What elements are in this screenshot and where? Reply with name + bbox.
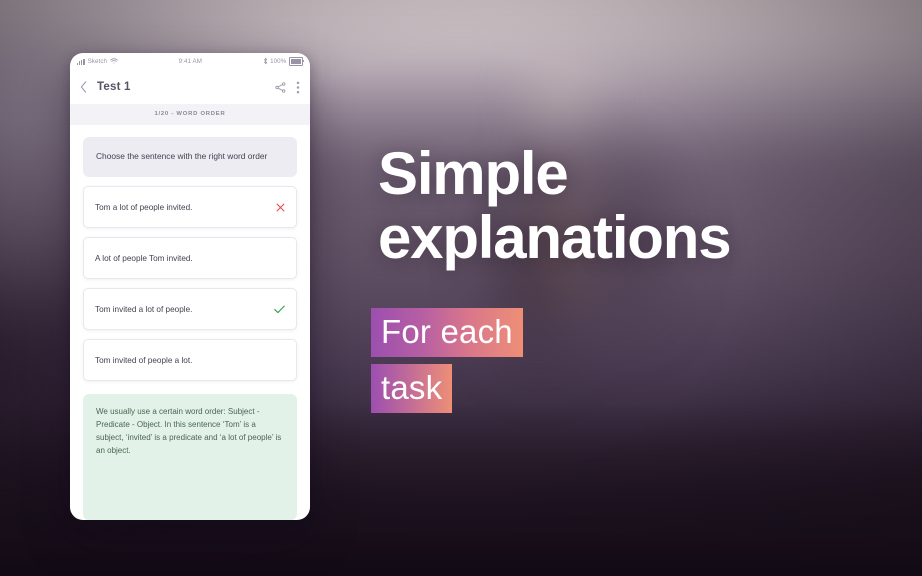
answer-option-2-label: A lot of people Tom invited. <box>95 253 193 263</box>
battery-percent-label: 100% <box>270 58 287 65</box>
check-icon <box>274 305 285 314</box>
nav-bar: Test 1 <box>70 70 310 104</box>
phone-mockup: Sketch 9:41 AM 100% Test 1 1/20 - WORD O… <box>70 53 310 520</box>
more-vertical-icon[interactable] <box>296 81 300 94</box>
bluetooth-icon <box>263 57 268 67</box>
subheadline: For each task <box>371 308 523 413</box>
progress-label: 1/20 - WORD ORDER <box>70 104 310 125</box>
subheadline-line-2: task <box>371 364 453 413</box>
page-title: Test 1 <box>97 81 131 93</box>
screenshot-root: Sketch 9:41 AM 100% Test 1 1/20 - WORD O… <box>0 0 922 576</box>
subheadline-line-1: For each <box>371 308 523 357</box>
answer-option-3-label: Tom invited a lot of people. <box>95 304 193 314</box>
answer-option-4-label: Tom invited of people a lot. <box>95 355 193 365</box>
headline-line-1: Simple <box>378 140 569 207</box>
answer-option-3[interactable]: Tom invited a lot of people. <box>83 288 297 331</box>
answer-option-1[interactable]: Tom a lot of people invited. <box>83 186 297 229</box>
explanation-card: We usually use a certain word order: Sub… <box>83 394 297 520</box>
answer-option-4[interactable]: Tom invited of people a lot. <box>83 339 297 382</box>
share-icon[interactable] <box>275 81 286 93</box>
status-bar-time: 9:41 AM <box>178 58 203 65</box>
close-icon <box>276 203 285 212</box>
status-bar-left: Sketch <box>77 57 119 66</box>
battery-icon <box>288 57 305 66</box>
answer-option-1-label: Tom a lot of people invited. <box>95 202 193 212</box>
back-button[interactable] <box>80 81 87 93</box>
carrier-label: Sketch <box>87 58 108 65</box>
headline: Simple explanations <box>378 140 732 271</box>
quiz-content: Choose the sentence with the right word … <box>70 125 310 520</box>
wifi-icon <box>110 57 119 66</box>
background-bottom-bar <box>0 534 922 576</box>
status-bar: Sketch 9:41 AM 100% <box>70 53 310 70</box>
headline-line-2: explanations <box>378 203 732 271</box>
answer-option-2[interactable]: A lot of people Tom invited. <box>83 237 297 280</box>
status-bar-right: 100% <box>263 57 305 67</box>
question-card: Choose the sentence with the right word … <box>83 137 297 178</box>
signal-bars-icon <box>77 58 85 65</box>
